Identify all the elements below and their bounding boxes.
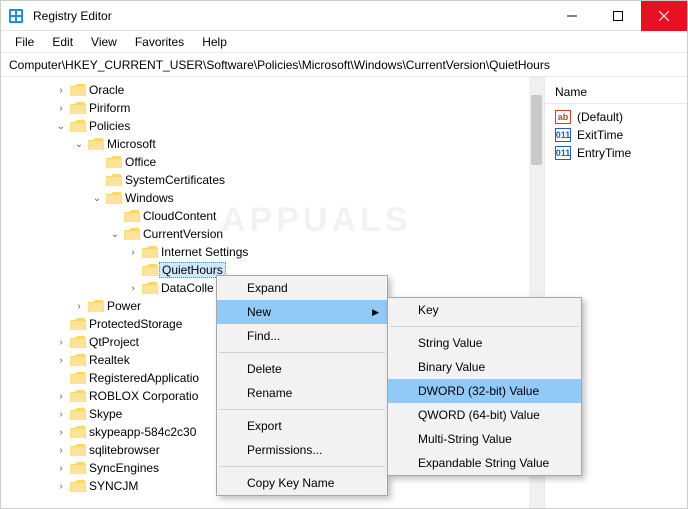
value-row[interactable]: 011ExitTime [545, 126, 687, 144]
window-title: Registry Editor [31, 9, 549, 23]
chevron-right-icon[interactable]: › [53, 463, 69, 474]
chevron-right-icon[interactable]: › [53, 481, 69, 492]
chevron-right-icon[interactable]: › [71, 301, 87, 312]
menu-separator [219, 352, 385, 353]
app-icon [1, 8, 31, 24]
dword-value-icon: 011 [555, 128, 571, 142]
value-row[interactable]: 011EntryTime [545, 144, 687, 162]
menu-item-new-string[interactable]: String Value [388, 331, 581, 355]
tree-item[interactable]: Office [1, 153, 529, 171]
menu-item-new-key[interactable]: Key [388, 298, 581, 322]
menu-favorites[interactable]: Favorites [127, 33, 192, 51]
menu-item-new-binary[interactable]: Binary Value [388, 355, 581, 379]
menu-edit[interactable]: Edit [44, 33, 81, 51]
submenu-arrow-icon: ▶ [372, 307, 379, 318]
tree-item[interactable]: ›Internet Settings [1, 243, 529, 261]
menu-separator [390, 326, 579, 327]
menu-item-export[interactable]: Export [217, 414, 387, 438]
chevron-down-icon[interactable]: ⌄ [89, 193, 105, 204]
tree-item[interactable]: SystemCertificates [1, 171, 529, 189]
tree-item[interactable]: ⌄CurrentVersion [1, 225, 529, 243]
chevron-down-icon[interactable]: ⌄ [107, 229, 123, 240]
menu-item-copy-key-name[interactable]: Copy Key Name [217, 471, 387, 495]
address-bar[interactable]: Computer\HKEY_CURRENT_USER\Software\Poli… [1, 53, 687, 77]
menu-item-find[interactable]: Find... [217, 324, 387, 348]
menu-item-new-expandstring[interactable]: Expandable String Value [388, 451, 581, 475]
chevron-right-icon[interactable]: › [53, 445, 69, 456]
chevron-right-icon[interactable]: › [53, 103, 69, 114]
close-button[interactable] [641, 1, 687, 31]
menu-item-expand[interactable]: Expand [217, 276, 387, 300]
chevron-down-icon[interactable]: ⌄ [53, 121, 69, 132]
chevron-right-icon[interactable]: › [53, 409, 69, 420]
chevron-right-icon[interactable]: › [125, 247, 141, 258]
tree-item[interactable]: ⌄Policies [1, 117, 529, 135]
values-header-name[interactable]: Name [545, 81, 687, 104]
tree-item[interactable]: ⌄Microsoft [1, 135, 529, 153]
menu-item-delete[interactable]: Delete [217, 357, 387, 381]
chevron-right-icon[interactable]: › [53, 337, 69, 348]
menu-separator [219, 466, 385, 467]
dword-value-icon: 011 [555, 146, 571, 160]
menu-item-new[interactable]: New▶ [217, 300, 387, 324]
string-value-icon: ab [555, 110, 571, 124]
context-submenu-new: Key String Value Binary Value DWORD (32-… [387, 297, 582, 476]
menu-separator [219, 409, 385, 410]
menu-help[interactable]: Help [194, 33, 235, 51]
menu-item-rename[interactable]: Rename [217, 381, 387, 405]
maximize-button[interactable] [595, 1, 641, 31]
menu-item-new-dword[interactable]: DWORD (32-bit) Value [388, 379, 581, 403]
chevron-down-icon[interactable]: ⌄ [71, 139, 87, 150]
minimize-button[interactable] [549, 1, 595, 31]
menu-file[interactable]: File [7, 33, 42, 51]
scrollbar-thumb[interactable] [531, 95, 542, 165]
chevron-right-icon[interactable]: › [125, 283, 141, 294]
tree-item[interactable]: ›Oracle [1, 81, 529, 99]
titlebar: Registry Editor [1, 1, 687, 31]
chevron-right-icon[interactable]: › [53, 427, 69, 438]
tree-item[interactable]: ⌄Windows [1, 189, 529, 207]
menubar: File Edit View Favorites Help [1, 31, 687, 53]
chevron-right-icon[interactable]: › [53, 391, 69, 402]
value-row[interactable]: ab(Default) [545, 108, 687, 126]
tree-item[interactable]: ›Piriform [1, 99, 529, 117]
menu-item-new-multistring[interactable]: Multi-String Value [388, 427, 581, 451]
context-menu: Expand New▶ Find... Delete Rename Export… [216, 275, 388, 496]
chevron-right-icon[interactable]: › [53, 85, 69, 96]
tree-item[interactable]: CloudContent [1, 207, 529, 225]
chevron-right-icon[interactable]: › [53, 355, 69, 366]
menu-view[interactable]: View [83, 33, 125, 51]
menu-item-new-qword[interactable]: QWORD (64-bit) Value [388, 403, 581, 427]
menu-item-permissions[interactable]: Permissions... [217, 438, 387, 462]
